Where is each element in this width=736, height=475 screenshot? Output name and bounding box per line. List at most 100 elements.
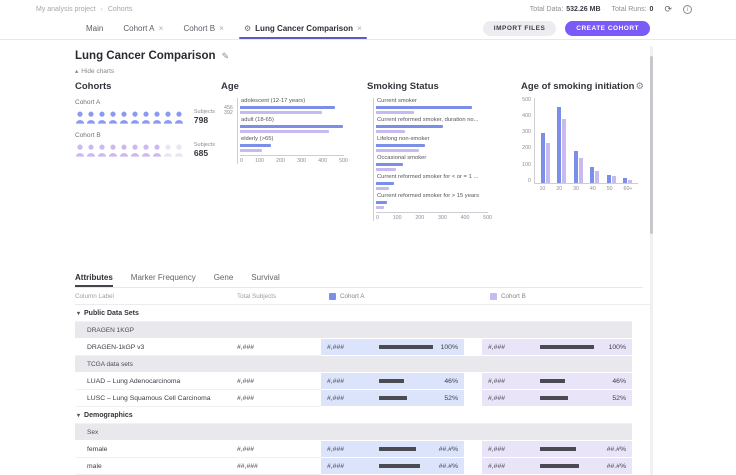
cohort-b-cell: #,#####.#% — [482, 441, 632, 458]
tick-label: 0 — [521, 179, 531, 184]
cell-bar-track — [379, 396, 437, 400]
create-cohort-button[interactable]: CREATE COHORT — [565, 21, 650, 36]
bar-cohort-a — [376, 106, 472, 110]
cohort-name-label: Cohort A — [75, 99, 215, 106]
cohort-a-cell: #,###100% — [321, 339, 464, 356]
cell-bar-track — [379, 345, 437, 349]
cell-bar — [540, 345, 594, 349]
cell-percent: ##.#% — [439, 446, 458, 453]
x-axis-line — [240, 155, 344, 156]
cohort-a-cell: #,###46% — [321, 373, 464, 390]
subjects-stat: Subjects798 — [190, 109, 215, 125]
bar-row — [376, 144, 517, 148]
tab-cohort-b[interactable]: Cohort B× — [173, 17, 234, 39]
topbar-stats: Total Data:532.26 MB Total Runs:0 ⟳ i — [530, 5, 692, 14]
bar-group — [590, 167, 599, 183]
cell-bar-track — [379, 464, 437, 468]
table-section-row[interactable]: ▾Public Data Sets — [75, 305, 632, 322]
cell-bar-track — [540, 396, 598, 400]
tab-lung-cancer-comparison[interactable]: ⚙Lung Cancer Comparison× — [234, 17, 372, 39]
tab-survival[interactable]: Survival — [251, 273, 279, 287]
cell-bar — [540, 379, 565, 383]
tick-label: 400 — [521, 114, 531, 119]
cohort-person-icons — [75, 111, 184, 124]
bar-row: 456 — [240, 106, 363, 110]
age-chart-title: Age — [221, 81, 363, 92]
tick-label: 100 — [255, 158, 264, 164]
tick-label: 200 — [415, 215, 424, 221]
table-row[interactable]: female#,####,#####.#%#,#####.#% — [75, 441, 650, 458]
table-subsection-row: TCGA data sets — [75, 356, 632, 373]
breadcrumb-cohorts[interactable]: Cohorts — [108, 6, 133, 13]
cell-value: #,### — [327, 446, 379, 453]
breadcrumb-project[interactable]: My analysis project — [36, 6, 96, 13]
refresh-icon[interactable]: ⟳ — [664, 5, 672, 14]
tab-marker-frequency[interactable]: Marker Frequency — [131, 273, 196, 287]
tab-main[interactable]: Main — [76, 17, 113, 39]
table-row[interactable]: DRAGEN-1kGP v3#,####,###100%#,###100% — [75, 339, 650, 356]
bar-cohort-a — [240, 106, 335, 110]
bar-cohort-b — [376, 149, 419, 153]
bar-cohort-b — [546, 143, 550, 183]
person-icon — [152, 144, 162, 157]
bar-cohort-a — [240, 144, 271, 148]
import-files-button[interactable]: IMPORT FILES — [483, 21, 557, 36]
person-icon — [97, 144, 107, 157]
hide-charts-toggle[interactable]: ▴ Hide charts — [75, 67, 650, 75]
bar-group — [607, 175, 616, 183]
edit-pencil-icon[interactable]: ✎ — [222, 51, 230, 62]
cohort-icons-row: Subjects685 — [75, 142, 215, 158]
cell-value: #,### — [488, 446, 540, 453]
bar-cohort-a — [623, 178, 627, 183]
bar-row — [376, 201, 517, 205]
tick-label: 100 — [521, 163, 531, 168]
close-icon[interactable]: × — [357, 23, 362, 33]
tick-label: 40 — [590, 186, 596, 192]
person-icon — [75, 111, 85, 124]
bar-cohort-a — [590, 167, 594, 183]
close-icon[interactable]: × — [219, 23, 224, 33]
table-subsection-row: Sex — [75, 424, 632, 441]
scrollbar-thumb[interactable] — [650, 56, 653, 234]
cell-value: #,### — [488, 463, 540, 470]
table-section-row[interactable]: ▾Demographics — [75, 407, 632, 424]
bar-cohort-a — [574, 151, 578, 183]
vertical-scrollbar[interactable] — [650, 46, 653, 475]
table-row[interactable]: male##,####,#####.#%#,#####.#% — [75, 458, 650, 475]
table-row[interactable]: LUSC – Lung Squamous Cell Carcinoma#,###… — [75, 390, 650, 407]
person-icon — [130, 111, 140, 124]
chart-settings-gear-icon[interactable]: ⚙ — [635, 81, 644, 92]
bar-row — [376, 111, 517, 115]
person-icon — [163, 144, 173, 157]
category-label: elderly (>65) — [241, 136, 363, 142]
tick-label: 400 — [318, 158, 327, 164]
bar-cohort-b — [376, 206, 384, 210]
close-icon[interactable]: × — [158, 23, 163, 33]
cell-bar — [379, 345, 433, 349]
cell-bar-track — [379, 447, 437, 451]
cell-bar-track — [540, 447, 598, 451]
table-row[interactable]: LUAD – Lung Adenocarcinoma#,####,###46%#… — [75, 373, 650, 390]
tab-cohort-a[interactable]: Cohort A × — [113, 17, 173, 39]
bar-cohort-a — [376, 144, 425, 148]
charts-row: Cohorts Cohort ASubjects798Cohort BSubje… — [75, 81, 650, 257]
breadcrumb: My analysis project › Cohorts — [36, 6, 132, 13]
smoking-initiation-chart-panel: Age of smoking initiation 50040030020010… — [519, 81, 648, 257]
legend-cohort-b-label: Cohort B — [501, 293, 526, 300]
subjects-value: 798 — [194, 115, 215, 125]
cell-bar — [540, 464, 579, 468]
table-subsection-row: DRAGEN 1KGP — [75, 322, 632, 339]
age-chart-panel: Age adolescent (12-17 years)456392adult … — [217, 81, 363, 257]
row-total: #,### — [237, 339, 321, 356]
person-icon — [108, 111, 118, 124]
tab-label: Cohort A — [123, 24, 154, 33]
tab-attributes[interactable]: Attributes — [75, 273, 113, 287]
cell-bar-track — [379, 379, 437, 383]
tab-gene[interactable]: Gene — [214, 273, 234, 287]
row-total: ##,### — [237, 458, 321, 475]
tick-label: 300 — [297, 158, 306, 164]
bar-group — [541, 133, 550, 183]
info-icon[interactable]: i — [683, 5, 692, 14]
subjects-value: 685 — [194, 148, 215, 158]
breadcrumb-separator-icon: › — [101, 6, 103, 13]
